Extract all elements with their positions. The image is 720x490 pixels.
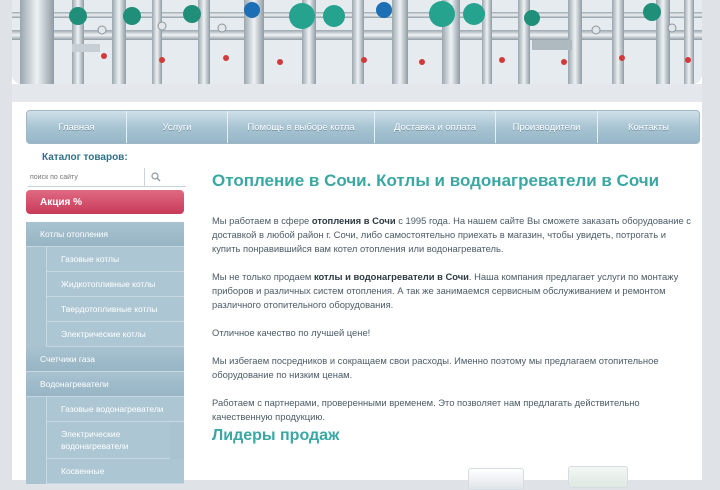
menu-item-indirect[interactable]: Косвенные [46, 459, 184, 484]
menu-item-solid-fuel-boilers[interactable]: Твердотопливные котлы [46, 297, 184, 322]
boiler-room-pipes-image [12, 0, 702, 84]
menu-item-gas-water-heaters[interactable]: Газовые водонагреватели [46, 397, 184, 422]
nav-item-delivery[interactable]: Доставка и оплата [375, 111, 496, 143]
menu-item-water-heaters[interactable]: Водонагреватели [26, 372, 184, 397]
catalog-menu: Котлы отопления Газовые котлы Жидкотопли… [26, 222, 184, 484]
nav-item-manufacturers[interactable]: Производители [496, 111, 598, 143]
banner-divider [12, 84, 702, 102]
nav-item-contacts[interactable]: Контакты [598, 111, 699, 143]
nav-item-boiler-help[interactable]: Помощь в выборе котла [228, 111, 375, 143]
menu-item-liquid-fuel-boilers[interactable]: Жидкотопливные котлы [46, 272, 184, 297]
menu-item-electric-water-heaters[interactable]: Электрические водонагреватели [46, 422, 170, 459]
catalog-title: Каталог товаров: [42, 152, 128, 163]
nav-item-home[interactable]: Главная [27, 111, 127, 143]
product-thumbnail[interactable] [568, 466, 628, 488]
main-nav: Главная Услуги Помощь в выборе котла Дос… [26, 110, 700, 144]
leaders-title: Лидеры продаж [212, 427, 340, 444]
product-thumbnail[interactable] [468, 468, 524, 490]
search-button[interactable] [144, 168, 167, 186]
header-banner-image [12, 0, 702, 84]
quality-paragraph: Отличное качество по лучшей цене! [212, 327, 371, 338]
menu-item-gas-meters[interactable]: Счетчики газа [26, 347, 184, 372]
prices-paragraph: Мы избегаем посредников и сокращаем свои… [212, 355, 659, 380]
page-title: Отопление в Сочи. Котлы и водонагревател… [212, 171, 660, 190]
site-search [28, 168, 186, 187]
menu-item-gas-boilers[interactable]: Газовые котлы [46, 247, 184, 272]
menu-item-heating-boilers[interactable]: Котлы отопления [26, 222, 184, 247]
partners-paragraph: Работаем с партнерами, проверенными врем… [212, 397, 640, 422]
main-content: Отопление в Сочи. Котлы и водонагревател… [212, 170, 692, 446]
search-icon [151, 172, 161, 182]
page: Главная Услуги Помощь в выборе котла Дос… [12, 0, 702, 490]
search-input[interactable] [28, 170, 148, 184]
menu-item-electric-boilers[interactable]: Электрические котлы [46, 322, 184, 347]
nav-item-services[interactable]: Услуги [127, 111, 228, 143]
intro-paragraph: Мы работаем в сфере отопления в Сочи с 1… [212, 215, 691, 254]
promo-button[interactable]: Акция % [26, 190, 184, 214]
services-paragraph: Мы не только продаем котлы и водонагрева… [212, 271, 679, 310]
